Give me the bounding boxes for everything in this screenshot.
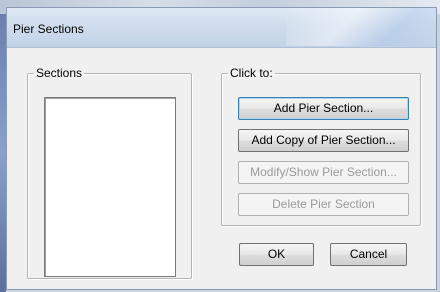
dialog-body: Sections Click to: Add Pier Section... A…: [12, 53, 431, 284]
dialog-title: Pier Sections: [13, 22, 84, 36]
click-to-group: Click to: Add Pier Section... Add Copy o…: [221, 67, 421, 226]
sections-legend: Sections: [36, 66, 83, 80]
click-to-legend: Click to:: [230, 66, 273, 80]
add-copy-pier-section-button[interactable]: Add Copy of Pier Section...: [238, 129, 409, 152]
cancel-button[interactable]: Cancel: [330, 243, 407, 266]
pier-sections-dialog: Pier Sections Sections Click to: Add Pie…: [6, 7, 437, 290]
add-pier-section-button[interactable]: Add Pier Section...: [238, 97, 409, 120]
modify-pier-section-button[interactable]: Modify/Show Pier Section...: [238, 161, 409, 184]
sections-list[interactable]: [44, 97, 176, 277]
sections-group: Sections: [27, 67, 192, 279]
delete-pier-section-button[interactable]: Delete Pier Section: [238, 193, 409, 216]
ok-button[interactable]: OK: [239, 243, 314, 266]
title-bar[interactable]: Pier Sections: [7, 8, 436, 48]
title-bar-glass: [286, 8, 436, 46]
